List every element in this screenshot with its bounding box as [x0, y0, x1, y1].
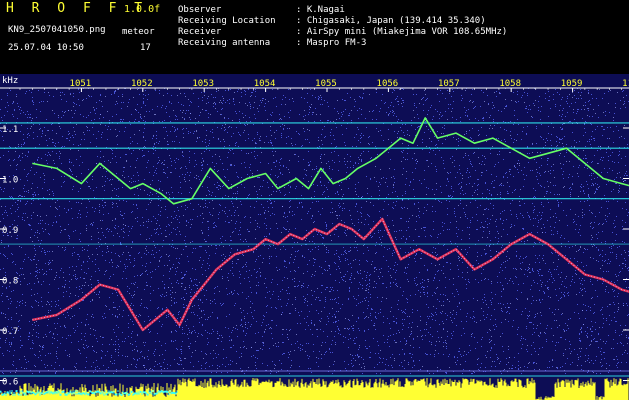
meteor-count-value: 17: [140, 43, 151, 53]
y-axis-label: kHz: [2, 76, 18, 86]
x-tick-label: 1054: [254, 79, 276, 89]
y-tick-label: 0.7: [2, 327, 18, 337]
y-tick-label: 0.8: [2, 277, 18, 287]
x-tick-label: 1053: [192, 79, 214, 89]
app-version: 1.0.0f: [124, 4, 161, 15]
x-tick-label: 1057: [438, 79, 460, 89]
header-panel: H R O F F T 1.0.0f KN9_2507041050.png 25…: [0, 0, 629, 74]
observation-datetime: 25.07.04 10:50: [8, 43, 84, 53]
spectrogram: 1051 1052 1053 1054 1055 1056 1057 1058 1059 1100…: [0, 74, 629, 400]
x-tick-label: 1055: [315, 79, 337, 89]
x-tick-label: 1056: [377, 79, 399, 89]
x-tick-label: 1052: [131, 79, 153, 89]
x-tick-label: 1058: [499, 79, 521, 89]
x-tick-label: 1059: [561, 79, 583, 89]
y-tick-label: 1.0: [2, 176, 18, 186]
y-tick-label: 0.9: [2, 226, 18, 236]
y-tick-label: 0.6: [2, 378, 18, 388]
info-label-antenna: Receiving antenna: [178, 38, 271, 48]
info-value-antenna: : Maspro FM-3: [296, 38, 367, 48]
meteor-count-label: meteor: [122, 27, 155, 37]
image-filename: KN9_2507041050.png: [8, 25, 106, 35]
x-tick-label: 1051: [70, 79, 92, 89]
x-tick-label: 1100: [622, 79, 629, 89]
y-tick-label: 1.1: [2, 125, 18, 135]
